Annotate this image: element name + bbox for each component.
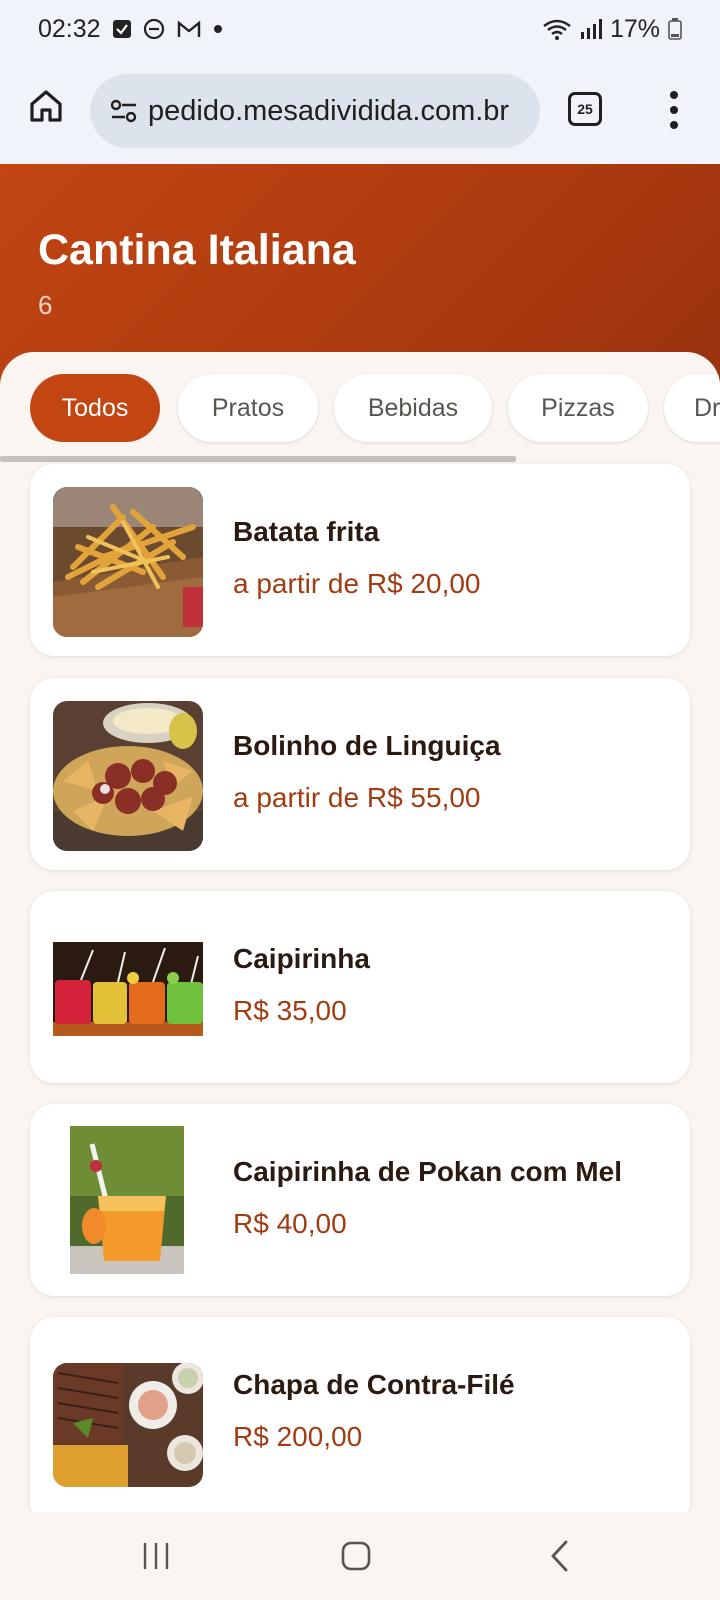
home-button[interactable] [24,84,68,128]
home-icon [30,90,62,122]
more-vert-icon[interactable] [664,88,684,132]
battery-percent: 17% [609,14,660,43]
restaurant-name: Cantina Italiana [38,226,356,274]
browser-toolbar: pedido.mesadividida.com.br 25 [0,58,720,164]
system-nav-bar [0,1512,720,1600]
menu-item-card[interactable]: Chapa de Contra-Filé R$ 200,00 [30,1317,690,1512]
menu-item-card[interactable]: Caipirinha R$ 35,00 [30,891,690,1083]
menu-item-card[interactable]: Bolinho de Linguiça a partir de R$ 55,00 [30,678,690,870]
tab-count: 25 [577,101,593,117]
address-bar[interactable]: pedido.mesadividida.com.br [90,74,540,148]
do-not-disturb-icon [143,18,165,40]
category-tabs: Todos Pratos Bebidas Pizzas Dr [0,374,720,444]
item-price: R$ 35,00 [233,995,347,1026]
home-nav-icon[interactable] [334,1534,378,1578]
screen: 02:32 17% pedido.mesadividida.com.br 25 … [0,0,720,1600]
tabs-button[interactable]: 25 [568,92,602,126]
signal-icon [580,18,602,40]
gmail-icon [177,20,201,38]
tab-todos[interactable]: Todos [30,374,160,442]
category-scroll-indicator [0,456,516,462]
recent-apps-icon[interactable] [134,1534,178,1578]
check-square-icon [112,20,131,38]
item-name: Chapa de Contra-Filé [233,1369,515,1400]
menu-panel: Todos Pratos Bebidas Pizzas Dr Batata fr… [0,352,720,1512]
item-price: R$ 200,00 [233,1421,363,1452]
restaurant-subtitle: 6 [38,290,53,320]
menu-item-card[interactable]: Batata frita a partir de R$ 20,00 [30,464,690,656]
pokan-caipirinha-photo [70,1126,184,1274]
tab-bebidas[interactable]: Bebidas [334,374,492,442]
tab-pizzas[interactable]: Pizzas [508,374,648,442]
restaurant-header: Cantina Italiana 6 [0,164,720,384]
wifi-icon [542,18,572,40]
item-price: R$ 40,00 [233,1208,347,1239]
battery-icon [668,18,682,40]
status-bar: 02:32 17% [0,0,720,58]
tab-drinks[interactable]: Dr [664,374,720,442]
back-icon[interactable] [538,1534,582,1578]
dot-icon [213,24,223,34]
item-name: Caipirinha [233,943,370,974]
status-time: 02:32 [38,14,101,43]
steak-platter-photo [53,1363,203,1487]
menu-item-card[interactable]: Caipirinha de Pokan com Mel R$ 40,00 [30,1104,690,1296]
item-name: Bolinho de Linguiça [233,730,501,761]
french-fries-photo [53,487,203,637]
caipirinha-photo [53,942,203,1036]
item-name: Batata frita [233,516,380,547]
tab-pratos[interactable]: Pratos [178,374,318,442]
tune-icon[interactable] [108,95,140,127]
item-price: a partir de R$ 20,00 [233,568,481,599]
item-price: a partir de R$ 55,00 [233,782,481,813]
item-name: Caipirinha de Pokan com Mel [233,1156,622,1187]
url-text: pedido.mesadividida.com.br [148,94,510,127]
sausage-balls-photo [53,701,203,851]
